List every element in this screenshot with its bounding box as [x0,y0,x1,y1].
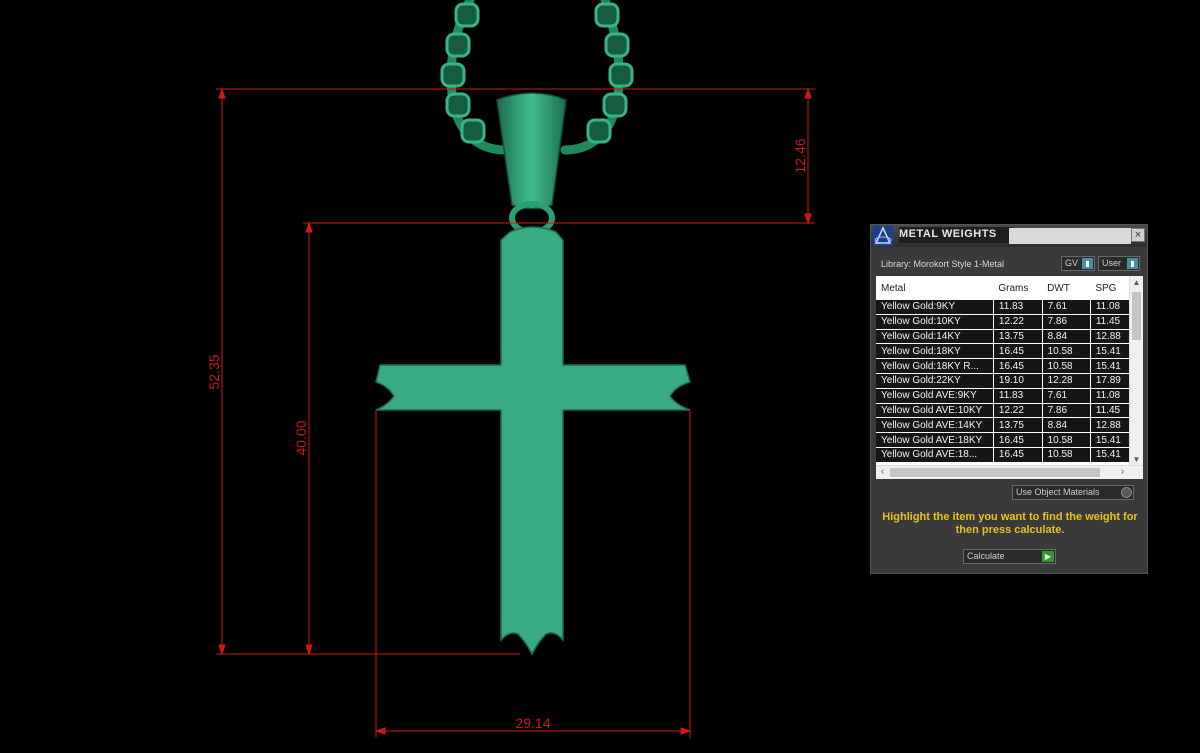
metal-cell: Yellow Gold AVE:18KY [876,432,994,448]
spg-cell: 12.88 [1090,417,1131,434]
grams-cell: 16.45 [993,432,1043,448]
gv-select-value: GV [1065,258,1079,268]
metal-cell: Yellow Gold:9KY [876,300,994,315]
metal-cell: Yellow Gold AVE:14KY [876,417,994,434]
panel-title: METAL WEIGHTS [899,227,1013,243]
close-button[interactable]: × [1131,228,1145,242]
spg-cell: 15.41 [1090,432,1131,448]
metal-cell: Yellow Gold AVE:10KY [876,403,994,419]
grams-cell: 11.83 [993,388,1043,404]
spg-cell: 15.41 [1090,447,1131,463]
use-object-materials-label: Use Object Materials [1016,487,1100,497]
spg-cell: 11.08 [1090,388,1131,404]
scroll-left-icon[interactable]: ‹ [876,466,889,479]
dwt-cell: 8.84 [1042,417,1091,434]
panel-titlebar[interactable]: METAL WEIGHTS × [871,225,1147,247]
play-icon: ▶ [1042,551,1054,562]
dwt-cell: 7.86 [1042,403,1091,419]
scroll-thumb[interactable] [1132,292,1141,340]
calculate-label: Calculate [967,551,1005,561]
dwt-cell: 12.28 [1042,373,1091,389]
dwt-cell: 7.61 [1042,300,1091,315]
cross-pendant [375,226,691,656]
dwt-cell: 7.86 [1042,314,1091,330]
calculate-button[interactable]: Calculate ▶ [963,549,1056,564]
spg-cell: 11.45 [1090,314,1131,330]
metal-cell: Yellow Gold AVE:18... [876,447,994,463]
bail-height-label: 12.46 [792,138,808,173]
body-height-label: 40.00 [293,420,309,455]
dwt-cell: 10.58 [1042,447,1091,463]
table-row[interactable]: Yellow Gold:18KY 16.45 10.58 15.41 [876,343,1131,360]
table-row[interactable]: Yellow Gold:18KY R... 16.45 10.58 15.41 [876,358,1131,374]
gv-select[interactable]: GV ▮ [1061,256,1095,271]
grams-cell: 16.45 [993,447,1043,463]
table-row[interactable]: Yellow Gold:10KY 12.22 7.86 11.45 [876,314,1131,330]
grams-cell: 13.75 [993,329,1043,345]
grams-cell: 19.10 [993,373,1043,389]
horizontal-scrollbar[interactable]: ‹ › [876,465,1143,479]
table-row[interactable]: Yellow Gold:22KY 19.10 12.28 17.89 [876,373,1131,389]
metal-weights-panel: METAL WEIGHTS × Library: Morokort Style … [870,224,1148,574]
spg-cell: 17.89 [1090,373,1131,389]
scroll-thumb[interactable] [890,468,1100,477]
column-header-grams[interactable]: Grams [993,276,1043,300]
dwt-cell: 8.84 [1042,329,1091,345]
spg-cell: 12.88 [1090,329,1131,345]
column-header-metal[interactable]: Metal [876,276,994,300]
dwt-cell: 7.61 [1042,388,1091,404]
dwt-cell: 10.58 [1042,358,1091,374]
metal-cell: Yellow Gold:18KY [876,343,994,360]
metal-cell: Yellow Gold:18KY R... [876,358,994,374]
grams-cell: 12.22 [993,403,1043,419]
use-object-materials-select[interactable]: Use Object Materials [1012,485,1134,500]
dropdown-icon: ▮ [1127,258,1138,269]
width-label: 29.14 [515,715,550,731]
grams-cell: 16.45 [993,358,1043,374]
instruction-text: Highlight the item you want to find the … [882,511,1138,536]
metal-table: Metal Grams DWT SPG Yellow Gold:9KY 11.83… [876,276,1131,463]
column-header-spg[interactable]: SPG [1090,276,1130,300]
table-row[interactable]: Yellow Gold AVE:14KY 13.75 8.84 12.88 [876,417,1131,434]
grams-cell: 11.83 [993,300,1043,315]
dropdown-icon: ▮ [1082,258,1093,269]
metal-cell: Yellow Gold AVE:9KY [876,388,994,404]
titlebar-fill [1009,228,1131,244]
column-header-dwt[interactable]: DWT [1042,276,1091,300]
spg-cell: 15.41 [1090,343,1131,360]
dwt-cell: 10.58 [1042,432,1091,448]
metal-cell: Yellow Gold:10KY [876,314,994,330]
table-row[interactable]: Yellow Gold AVE:18KY 16.45 10.58 15.41 [876,432,1131,448]
table-row[interactable]: Yellow Gold AVE:18... 16.45 10.58 15.41 [876,447,1131,463]
table-header-row: Metal Grams DWT SPG [876,276,1130,300]
scroll-right-icon[interactable]: › [1116,466,1129,479]
metal-cell: Yellow Gold:22KY [876,373,994,389]
total-height-label: 52.35 [206,354,222,389]
scroll-up-icon[interactable]: ▲ [1130,276,1143,289]
grams-cell: 13.75 [993,417,1043,434]
library-label: Library: Morokort Style 1-Metal [881,259,1005,269]
vertical-scrollbar[interactable]: ▲ ▼ [1129,276,1143,466]
grams-cell: 16.45 [993,343,1043,360]
table-row[interactable]: Yellow Gold AVE:9KY 11.83 7.61 11.08 [876,388,1131,404]
spg-cell: 11.45 [1090,403,1131,419]
metal-cell: Yellow Gold:14KY [876,329,994,345]
bail [496,92,567,210]
user-select-value: User [1102,258,1122,268]
spg-cell: 11.08 [1090,300,1131,315]
table-row[interactable]: Yellow Gold AVE:10KY 12.22 7.86 11.45 [876,403,1131,419]
table-row[interactable]: Yellow Gold:9KY 11.83 7.61 11.08 [876,300,1131,315]
table-row[interactable]: Yellow Gold:14KY 13.75 8.84 12.88 [876,329,1131,345]
user-select[interactable]: User ▮ [1098,256,1140,271]
grams-cell: 12.22 [993,314,1043,330]
radio-icon [1121,487,1132,498]
dwt-cell: 10.58 [1042,343,1091,360]
spg-cell: 15.41 [1090,358,1131,374]
app-logo-icon [873,226,893,246]
metal-table-container[interactable]: Metal Grams DWT SPG Yellow Gold:9KY 11.83… [876,276,1143,479]
